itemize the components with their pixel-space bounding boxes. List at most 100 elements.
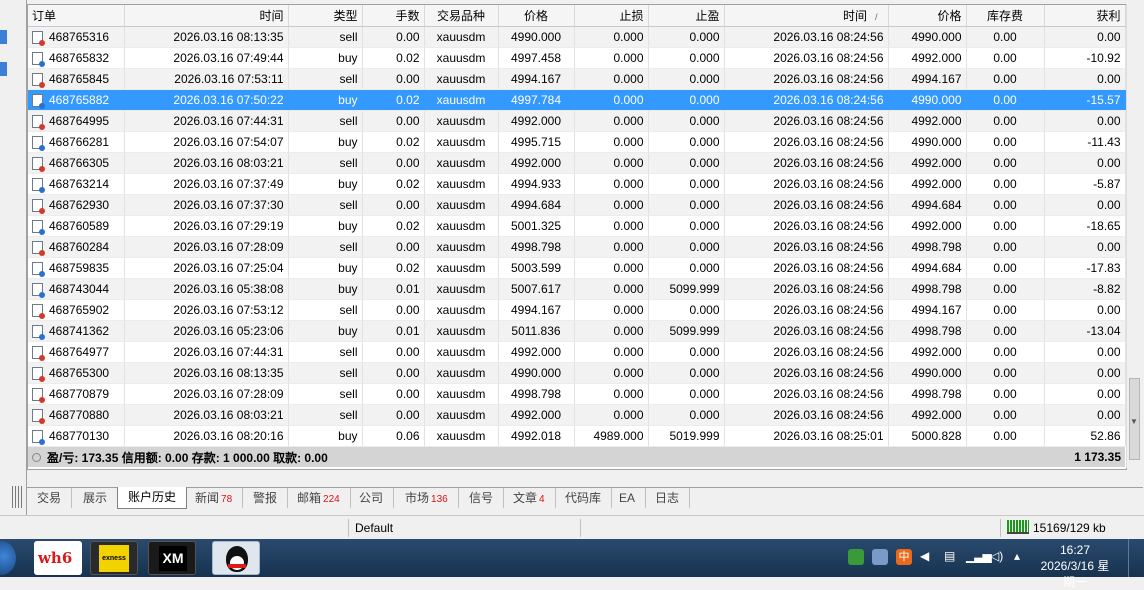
- tab-1[interactable]: 展示: [73, 488, 119, 508]
- cell-swap: 0.00: [966, 278, 1045, 300]
- col-header-order[interactable]: 订单: [28, 5, 125, 27]
- tray-speaker-icon[interactable]: ◁): [990, 549, 1003, 563]
- cell-close-price: 4994.684: [888, 257, 967, 279]
- table-row[interactable]: 468765316 2026.03.16 08:13:35 sell 0.00 xauu…: [28, 26, 1126, 48]
- taskbar-app-xm[interactable]: XM: [148, 541, 196, 575]
- cell-type: sell: [288, 236, 363, 258]
- col-header-open-price[interactable]: 价格: [498, 5, 575, 27]
- start-button[interactable]: [0, 541, 16, 575]
- cell-symbol: xauusdm: [424, 383, 499, 405]
- cell-lots: 0.00: [362, 26, 425, 48]
- order-number: 468765832: [49, 51, 110, 65]
- cell-close-time: 2026.03.16 08:24:56: [724, 320, 889, 342]
- tray-expand-icon[interactable]: ▴: [1014, 549, 1020, 563]
- table-row[interactable]: 468760284 2026.03.16 07:28:09 sell 0.00 xauu…: [28, 236, 1126, 258]
- col-header-profit[interactable]: 获利: [1044, 5, 1126, 27]
- tab-8[interactable]: 信号: [459, 488, 505, 508]
- col-header-type[interactable]: 类型: [288, 5, 363, 27]
- sell-order-icon: [32, 346, 45, 361]
- col-header-close-price[interactable]: 价格: [888, 5, 967, 27]
- taskbar-clock[interactable]: 16:27 2026/3/16 星期一: [1040, 542, 1110, 590]
- table-row[interactable]: 468759835 2026.03.16 07:25:04 buy 0.02 xauus…: [28, 257, 1126, 279]
- col-header-swap[interactable]: 库存费: [966, 5, 1045, 27]
- buy-order-icon: [32, 262, 45, 277]
- cell-order: 468763214: [28, 173, 125, 195]
- col-header-symbol[interactable]: 交易品种: [424, 5, 499, 27]
- vertical-scrollbar[interactable]: ▼: [1126, 4, 1142, 468]
- cell-order: 468765316: [28, 26, 125, 48]
- cell-close-price: 4992.000: [888, 404, 967, 426]
- tab-12[interactable]: 日志: [645, 488, 691, 508]
- col-header-close-time[interactable]: 时间 /: [724, 5, 889, 27]
- tab-7[interactable]: 市场 136: [395, 488, 459, 508]
- tab-10[interactable]: 代码库: [555, 488, 613, 508]
- tab-3[interactable]: 新闻 78: [185, 488, 244, 508]
- table-row[interactable]: 468765902 2026.03.16 07:53:12 sell 0.00 xauu…: [28, 299, 1126, 321]
- cell-tp: 0.000: [648, 215, 725, 237]
- col-header-open-time[interactable]: 时间: [124, 5, 289, 27]
- table-row[interactable]: 468760589 2026.03.16 07:29:19 buy 0.02 xauus…: [28, 215, 1126, 237]
- table-row[interactable]: 468770880 2026.03.16 08:03:21 sell 0.00 xauu…: [28, 404, 1126, 426]
- panel-grip-icon[interactable]: [12, 486, 24, 508]
- taskbar-app-exness[interactable]: exness: [90, 541, 138, 575]
- cell-type: buy: [288, 257, 363, 279]
- tray-app-icon[interactable]: [872, 549, 888, 565]
- tab-4[interactable]: 警报: [243, 488, 289, 508]
- tray-keyboard-icon[interactable]: ▤: [944, 549, 955, 563]
- summary-text: 盈/亏: 173.35 信用额: 0.00 存款: 1 000.00 取款: 0…: [47, 450, 328, 465]
- table-row[interactable]: 468765300 2026.03.16 08:13:35 sell 0.00 xauu…: [28, 362, 1126, 384]
- cell-profit: -11.43: [1044, 131, 1126, 153]
- summary-cell: 盈/亏: 173.35 信用额: 0.00 存款: 1 000.00 取款: 0…: [28, 446, 724, 467]
- tab-2[interactable]: 账户历史: [117, 487, 188, 509]
- taskbar-app-qq[interactable]: [212, 541, 260, 575]
- table-row[interactable]: 468765882 2026.03.16 07:50:22 buy 0.02 xauus…: [28, 89, 1126, 111]
- cell-open-price: 4992.018: [498, 425, 575, 447]
- tab-6[interactable]: 公司: [349, 488, 395, 508]
- table-row[interactable]: 468743044 2026.03.16 05:38:08 buy 0.01 xauus…: [28, 278, 1126, 300]
- cell-open-time: 2026.03.16 07:28:09: [124, 236, 289, 258]
- tab-0[interactable]: 交易: [27, 488, 73, 508]
- taskbar-app-wh6[interactable]: wh6: [34, 541, 82, 575]
- table-row[interactable]: 468766281 2026.03.16 07:54:07 buy 0.02 xauus…: [28, 131, 1126, 153]
- table-row[interactable]: 468770879 2026.03.16 07:28:09 sell 0.00 xauu…: [28, 383, 1126, 405]
- col-header-tp[interactable]: 止盈: [648, 5, 725, 27]
- table-row[interactable]: 468766305 2026.03.16 08:03:21 sell 0.00 xauu…: [28, 152, 1126, 174]
- cell-close-price: 4992.000: [888, 152, 967, 174]
- cell-order: 468765845: [28, 68, 125, 90]
- table-row[interactable]: 468764995 2026.03.16 07:44:31 sell 0.00 xauu…: [28, 110, 1126, 132]
- col-header-lots[interactable]: 手数: [362, 5, 425, 27]
- connection-bars-icon: [1007, 520, 1029, 534]
- cell-sl: 0.000: [574, 299, 649, 321]
- table-row[interactable]: 468765832 2026.03.16 07:49:44 buy 0.02 xauus…: [28, 47, 1126, 69]
- order-number: 468760589: [49, 219, 110, 233]
- col-header-sl[interactable]: 止损: [574, 5, 649, 27]
- tray-security-icon[interactable]: [848, 549, 864, 565]
- cell-open-price: 5011.836: [498, 320, 575, 342]
- cell-symbol: xauusdm: [424, 110, 499, 132]
- scroll-down-arrow-icon[interactable]: ▼: [1130, 417, 1138, 426]
- table-row[interactable]: 468763214 2026.03.16 07:37:49 buy 0.02 xauus…: [28, 173, 1126, 195]
- cell-close-price: 4992.000: [888, 215, 967, 237]
- tab-9[interactable]: 文章 4: [503, 488, 556, 508]
- tray-ime-icon[interactable]: 中: [896, 549, 912, 565]
- table-row[interactable]: 468765845 2026.03.16 07:53:11 sell 0.00 xauu…: [28, 68, 1126, 90]
- cell-open-time: 2026.03.16 05:38:08: [124, 278, 289, 300]
- table-row[interactable]: 468764977 2026.03.16 07:44:31 sell 0.00 xauu…: [28, 341, 1126, 363]
- cell-open-time: 2026.03.16 07:37:49: [124, 173, 289, 195]
- left-panel-marker: [0, 62, 7, 76]
- cell-sl: 4989.000: [574, 425, 649, 447]
- table-row[interactable]: 468741362 2026.03.16 05:23:06 buy 0.01 xauus…: [28, 320, 1126, 342]
- cell-symbol: xauusdm: [424, 152, 499, 174]
- table-row[interactable]: 468762930 2026.03.16 07:37:30 sell 0.00 xauu…: [28, 194, 1126, 216]
- tray-network-icon[interactable]: ▁▃▅: [966, 549, 992, 563]
- cell-tp: 0.000: [648, 110, 725, 132]
- table-row[interactable]: 468770130 2026.03.16 08:20:16 buy 0.06 xauus…: [28, 425, 1126, 447]
- tab-11[interactable]: EA: [609, 488, 647, 508]
- show-desktop-button[interactable]: [1128, 539, 1144, 577]
- tab-5[interactable]: 邮箱 224: [287, 488, 351, 508]
- status-profile: Default: [348, 519, 580, 537]
- cell-type: buy: [288, 47, 363, 69]
- tray-volume-icon[interactable]: ◀: [920, 549, 929, 563]
- status-empty: [580, 519, 1000, 537]
- cell-type: sell: [288, 152, 363, 174]
